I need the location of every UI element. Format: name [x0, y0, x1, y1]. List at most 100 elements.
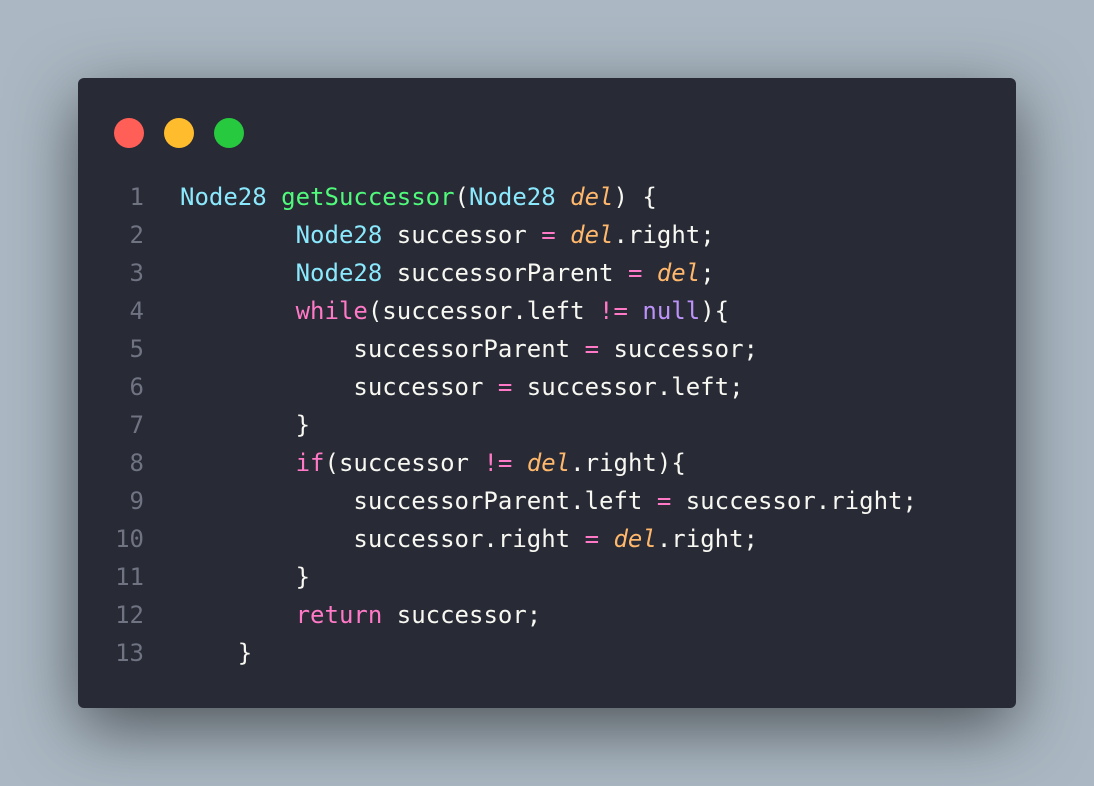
code-token-plain: }	[180, 411, 311, 439]
code-line: 5 successorParent = successor;	[78, 330, 1016, 368]
code-token-fn: getSuccessor	[281, 183, 455, 211]
line-number: 12	[115, 601, 144, 629]
code-token-null: null	[642, 297, 701, 325]
code-line: 12 return successor;	[78, 596, 1016, 634]
code-line: 4 while(successor.left != null){	[78, 292, 1016, 330]
code-token-type: Node28	[295, 221, 383, 249]
line-source: return successor;	[180, 596, 542, 634]
line-number: 9	[129, 487, 144, 515]
line-source: }	[180, 406, 310, 444]
line-number: 8	[129, 449, 144, 477]
code-token-plain: successor.right	[180, 525, 585, 553]
code-token-plain: (successor	[324, 449, 484, 477]
code-token-type: Node28	[180, 183, 267, 211]
code-token-plain: .right;	[656, 525, 758, 553]
code-line: 7 }	[78, 406, 1016, 444]
code-line: 8 if(successor != del.right){	[78, 444, 1016, 482]
line-source: Node28 getSuccessor(Node28 del) {	[180, 178, 657, 216]
line-number: 6	[129, 373, 144, 401]
code-token-plain: (successor.left	[367, 297, 600, 325]
line-source: Node28 successorParent = del;	[180, 254, 715, 292]
line-number: 11	[115, 563, 144, 591]
line-number: 5	[129, 335, 144, 363]
line-number: 4	[129, 297, 144, 325]
code-token-type: Node28	[469, 183, 556, 211]
line-number: 13	[115, 639, 144, 667]
code-token-plain: successorParent	[180, 335, 585, 363]
code-token-plain: successorParent	[382, 259, 628, 287]
code-token-plain: ;	[700, 259, 715, 287]
line-source: }	[180, 634, 252, 672]
code-token-plain: }	[180, 639, 253, 667]
code-line: 13 }	[78, 634, 1016, 672]
code-token-plain: successor	[382, 221, 542, 249]
code-block: 1 Node28 getSuccessor(Node28 del) {2 Node…	[78, 178, 1016, 672]
code-token-plain: .right){	[570, 449, 686, 477]
line-number: 2	[129, 221, 144, 249]
code-token-param: del	[570, 183, 614, 211]
code-token-op: =	[541, 221, 556, 249]
code-token-op: =	[656, 487, 672, 515]
line-source: Node28 successor = del.right;	[180, 216, 715, 254]
code-token-param: del	[656, 259, 701, 287]
code-token-plain: successor;	[382, 601, 542, 629]
maximize-dot-icon[interactable]	[214, 118, 244, 148]
code-line: 6 successor = successor.left;	[78, 368, 1016, 406]
code-line: 10 successor.right = del.right;	[78, 520, 1016, 558]
line-number: 3	[129, 259, 144, 287]
code-token-op: !=	[483, 449, 513, 477]
code-token-op: =	[584, 335, 600, 363]
code-token-plain: successor.right;	[671, 487, 917, 515]
code-window: 1 Node28 getSuccessor(Node28 del) {2 Node…	[78, 78, 1016, 708]
line-source: while(successor.left != null){	[180, 292, 730, 330]
code-token-plain: }	[180, 563, 311, 591]
code-token-param: del	[613, 525, 657, 553]
code-token-plain: (	[454, 183, 469, 211]
line-source: successor = successor.left;	[180, 368, 744, 406]
code-token-plain: successor	[180, 373, 498, 401]
code-token-type: Node28	[295, 259, 383, 287]
code-line: 1 Node28 getSuccessor(Node28 del) {	[78, 178, 1016, 216]
code-token-plain: successor;	[599, 335, 758, 363]
code-token-plain: successorParent.left	[180, 487, 657, 515]
code-token-kw: if	[295, 449, 325, 477]
line-source: successor.right = del.right;	[180, 520, 758, 558]
code-token-kw: return	[295, 601, 383, 629]
code-token-kw: while	[295, 297, 368, 325]
code-line: 2 Node28 successor = del.right;	[78, 216, 1016, 254]
line-number: 7	[129, 411, 144, 439]
code-token-plain: .right;	[613, 221, 715, 249]
code-token-plain: ){	[700, 297, 730, 325]
code-token-op: =	[627, 259, 643, 287]
line-number: 10	[115, 525, 144, 553]
code-token-plain: successor.left;	[512, 373, 744, 401]
code-token-op: !=	[599, 297, 628, 325]
line-source: successorParent = successor;	[180, 330, 758, 368]
code-line: 9 successorParent.left = successor.right…	[78, 482, 1016, 520]
code-line: 3 Node28 successorParent = del;	[78, 254, 1016, 292]
line-source: successorParent.left = successor.right;	[180, 482, 917, 520]
code-line: 11 }	[78, 558, 1016, 596]
code-token-param: del	[570, 221, 614, 249]
code-token-op: =	[584, 525, 600, 553]
code-token-plain: ) {	[613, 183, 657, 211]
line-number: 1	[129, 183, 144, 211]
line-source: }	[180, 558, 310, 596]
code-token-op: =	[497, 373, 513, 401]
line-source: if(successor != del.right){	[180, 444, 686, 482]
close-dot-icon[interactable]	[114, 118, 144, 148]
minimize-dot-icon[interactable]	[164, 118, 194, 148]
code-token-param: del	[526, 449, 571, 477]
